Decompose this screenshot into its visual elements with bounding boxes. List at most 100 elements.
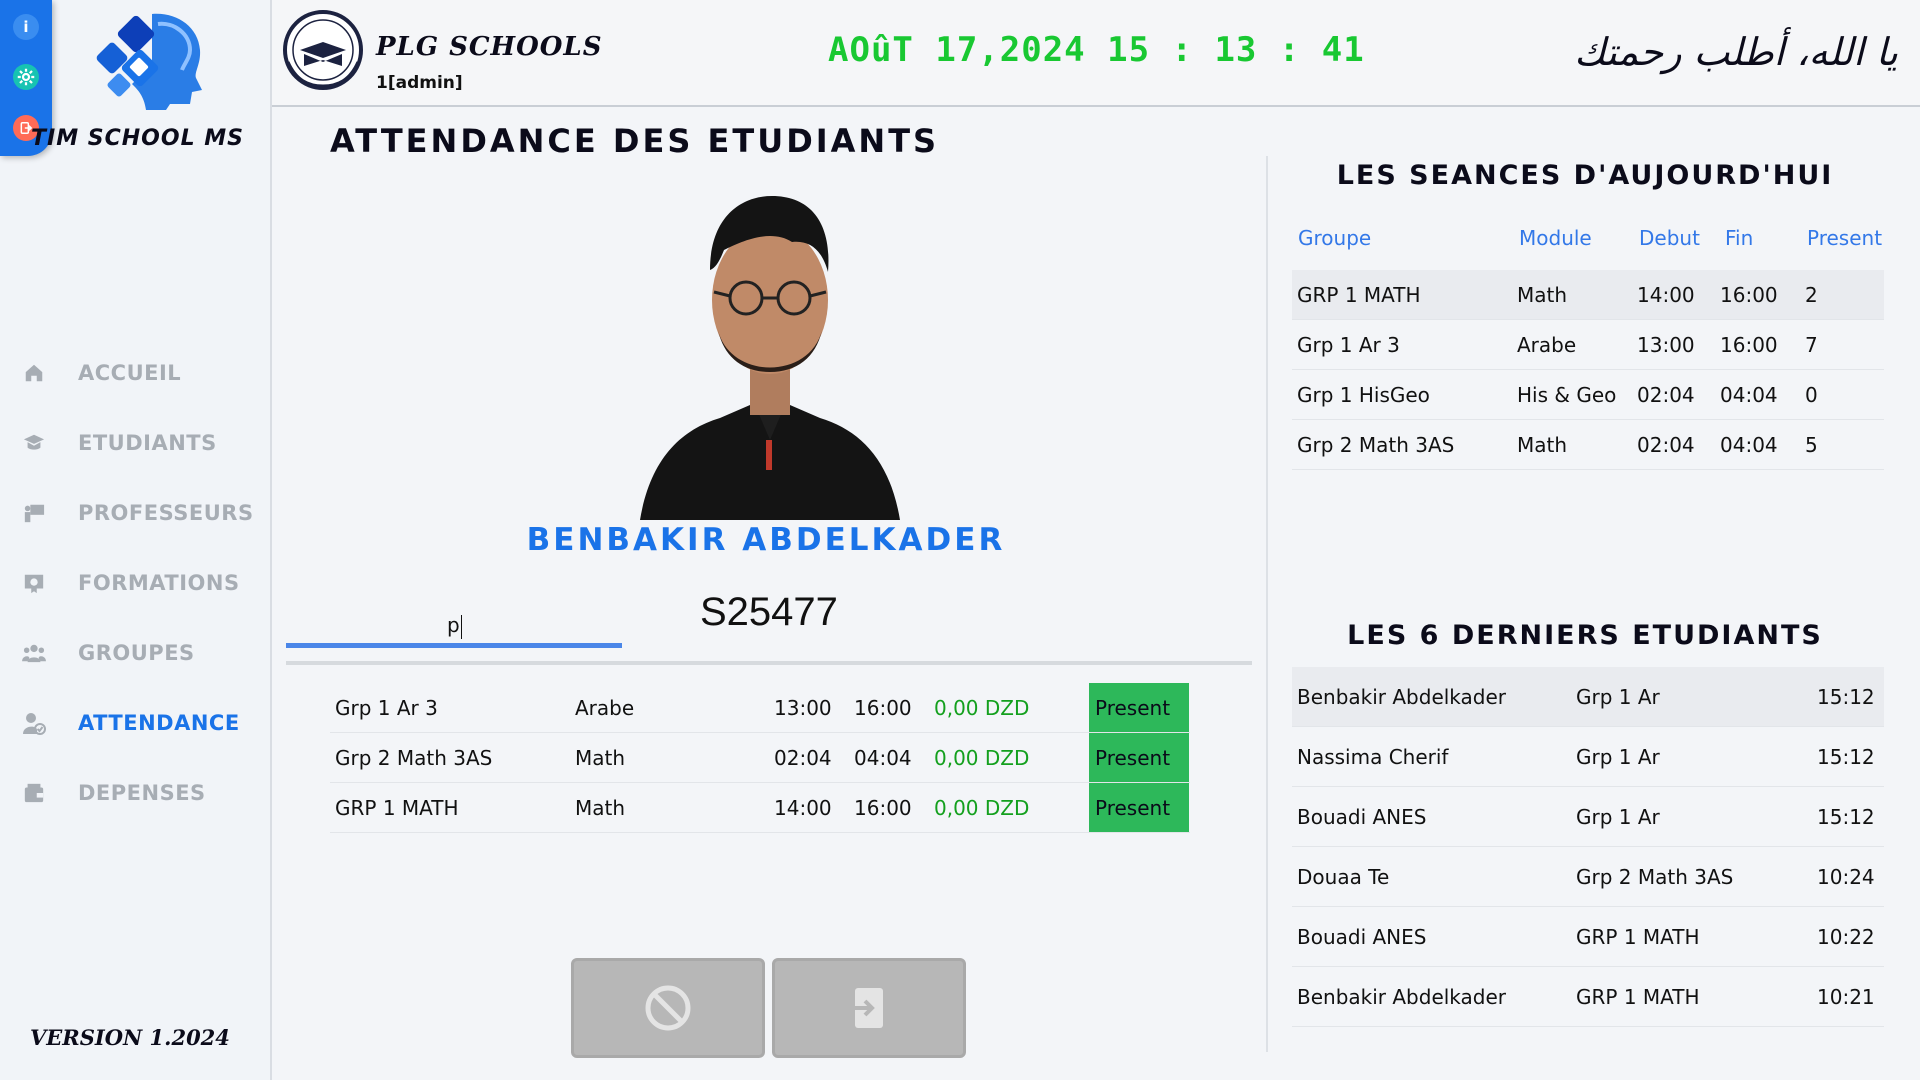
student-entry-time: 15:12 (1817, 685, 1875, 709)
seance-group: GRP 1 MATH (1297, 283, 1421, 307)
sidebar: i TIM SCHOOL MS ACCUEIL ETUDIANTS PROFES… (0, 0, 272, 1080)
sidebar-item-label: FORMATIONS (78, 571, 240, 595)
sidebar-item-groupes[interactable]: GROUPES (0, 618, 270, 688)
today-sessions-table: GRP 1 MATH Math 14:00 16:00 2 Grp 1 Ar 3… (1292, 270, 1884, 470)
seance-end: 04:04 (1720, 383, 1778, 407)
divider (286, 661, 1252, 665)
column-header-module: Module (1519, 226, 1592, 250)
app-name: TIM SCHOOL MS (31, 126, 244, 151)
session-amount: 0,00 DZD (934, 745, 1030, 770)
sidebar-item-attendance[interactable]: ATTENDANCE (0, 688, 270, 758)
graduation-cap-icon (22, 431, 46, 455)
user-check-icon (22, 711, 46, 735)
users-icon (22, 641, 46, 665)
table-row: Grp 2 Math 3AS Math 02:04 04:04 0,00 DZD… (330, 733, 1190, 783)
seance-module: His & Geo (1517, 383, 1617, 407)
session-start: 02:04 (774, 745, 832, 770)
sidebar-item-depenses[interactable]: DEPENSES (0, 758, 270, 828)
vertical-divider (1266, 156, 1268, 1052)
seance-group: Grp 2 Math 3AS (1297, 433, 1455, 457)
list-item[interactable]: Nassima Cherif Grp 1 Ar 15:12 (1292, 727, 1884, 787)
list-item[interactable]: Bouadi ANES Grp 1 Ar 15:12 (1292, 787, 1884, 847)
table-row: Grp 1 Ar 3 Arabe 13:00 16:00 0,00 DZD Pr… (330, 683, 1190, 733)
teacher-board-icon (22, 501, 46, 525)
student-entry-name: Douaa Te (1297, 865, 1390, 889)
session-group: Grp 1 Ar 3 (335, 695, 438, 720)
school-name: PLG SCHOOLS (376, 32, 603, 62)
student-entry-name: Benbakir Abdelkader (1297, 985, 1507, 1009)
sidebar-item-accueil[interactable]: ACCUEIL (0, 338, 270, 408)
check-in-button[interactable] (772, 958, 966, 1058)
student-entry-group: Grp 1 Ar (1576, 685, 1660, 709)
sidebar-item-label: GROUPES (78, 641, 195, 665)
last-students-title: LES 6 DERNIERS ETUDIANTS (1347, 620, 1823, 651)
session-module: Math (575, 745, 626, 770)
student-photo (640, 196, 900, 520)
student-entry-time: 10:22 (1817, 925, 1875, 949)
seance-present: 5 (1805, 433, 1818, 457)
list-item[interactable]: Douaa Te Grp 2 Math 3AS 10:24 (1292, 847, 1884, 907)
current-user: 1[admin] (376, 73, 463, 93)
table-row: GRP 1 MATH Math 14:00 16:00 0,00 DZD Pre… (330, 783, 1190, 833)
seance-group: Grp 1 Ar 3 (1297, 333, 1400, 357)
present-button[interactable]: Present (1089, 733, 1189, 782)
school-logo (283, 10, 363, 90)
student-id: S25477 (700, 590, 838, 634)
sidebar-item-label: ETUDIANTS (78, 431, 217, 455)
list-item[interactable]: Bouadi ANES GRP 1 MATH 10:22 (1292, 907, 1884, 967)
wallet-icon (22, 781, 46, 805)
student-entry-group: Grp 1 Ar (1576, 805, 1660, 829)
table-row[interactable]: Grp 1 Ar 3 Arabe 13:00 16:00 7 (1292, 320, 1884, 370)
seance-end: 16:00 (1720, 283, 1778, 307)
sidebar-item-label: ACCUEIL (78, 361, 182, 385)
session-module: Arabe (575, 695, 635, 720)
sidebar-item-label: PROFESSEURS (78, 501, 254, 525)
datetime-clock: AOûT 17,2024 15 : 13 : 41 (828, 30, 1365, 70)
student-entry-name: Nassima Cherif (1297, 745, 1449, 769)
seance-present: 7 (1805, 333, 1818, 357)
info-icon[interactable]: i (13, 14, 39, 40)
sidebar-item-label: ATTENDANCE (78, 711, 240, 735)
list-item[interactable]: Benbakir Abdelkader GRP 1 MATH 10:21 (1292, 967, 1884, 1027)
present-button[interactable]: Present (1089, 783, 1189, 832)
sidebar-item-label: DEPENSES (78, 781, 206, 805)
session-amount: 0,00 DZD (934, 695, 1030, 720)
top-header: PLG SCHOOLS 1[admin] AOûT 17,2024 15 : 1… (272, 0, 1920, 107)
student-entry-group: Grp 2 Math 3AS (1576, 865, 1734, 889)
column-header-start: Debut (1639, 226, 1700, 250)
sign-in-icon (849, 988, 883, 1028)
student-sessions-table: Grp 1 Ar 3 Arabe 13:00 16:00 0,00 DZD Pr… (330, 683, 1190, 833)
sidebar-item-formations[interactable]: FORMATIONS (0, 548, 270, 618)
session-module: Math (575, 795, 626, 820)
seance-start: 02:04 (1637, 383, 1695, 407)
table-row[interactable]: Grp 2 Math 3AS Math 02:04 04:04 5 (1292, 420, 1884, 470)
present-button[interactable]: Present (1089, 683, 1189, 732)
gear-icon[interactable] (13, 64, 39, 90)
list-item[interactable]: Benbakir Abdelkader Grp 1 Ar 15:12 (1292, 667, 1884, 727)
ban-icon (645, 985, 691, 1031)
cancel-button[interactable] (571, 958, 765, 1058)
session-group: Grp 2 Math 3AS (335, 745, 493, 770)
student-name: BENBAKIR ABDELKADER (526, 522, 1006, 558)
app-logo (96, 13, 202, 110)
session-amount: 0,00 DZD (934, 795, 1030, 820)
student-entry-group: GRP 1 MATH (1576, 925, 1700, 949)
column-header-present: Present (1807, 226, 1883, 250)
table-row[interactable]: GRP 1 MATH Math 14:00 16:00 2 (1292, 270, 1884, 320)
seance-module: Math (1517, 433, 1568, 457)
text-caret (460, 614, 462, 639)
student-entry-time: 10:21 (1817, 985, 1875, 1009)
sidebar-item-professeurs[interactable]: PROFESSEURS (0, 478, 270, 548)
session-end: 04:04 (854, 745, 912, 770)
column-header-group: Groupe (1298, 226, 1372, 250)
student-code-input-value: p (447, 613, 462, 639)
student-entry-name: Benbakir Abdelkader (1297, 685, 1507, 709)
student-entry-time: 15:12 (1817, 745, 1875, 769)
student-entry-time: 15:12 (1817, 805, 1875, 829)
table-row[interactable]: Grp 1 HisGeo His & Geo 02:04 04:04 0 (1292, 370, 1884, 420)
seance-start: 13:00 (1637, 333, 1695, 357)
sidebar-item-etudiants[interactable]: ETUDIANTS (0, 408, 270, 478)
seance-group: Grp 1 HisGeo (1297, 383, 1430, 407)
session-end: 16:00 (854, 795, 912, 820)
seance-start: 14:00 (1637, 283, 1695, 307)
